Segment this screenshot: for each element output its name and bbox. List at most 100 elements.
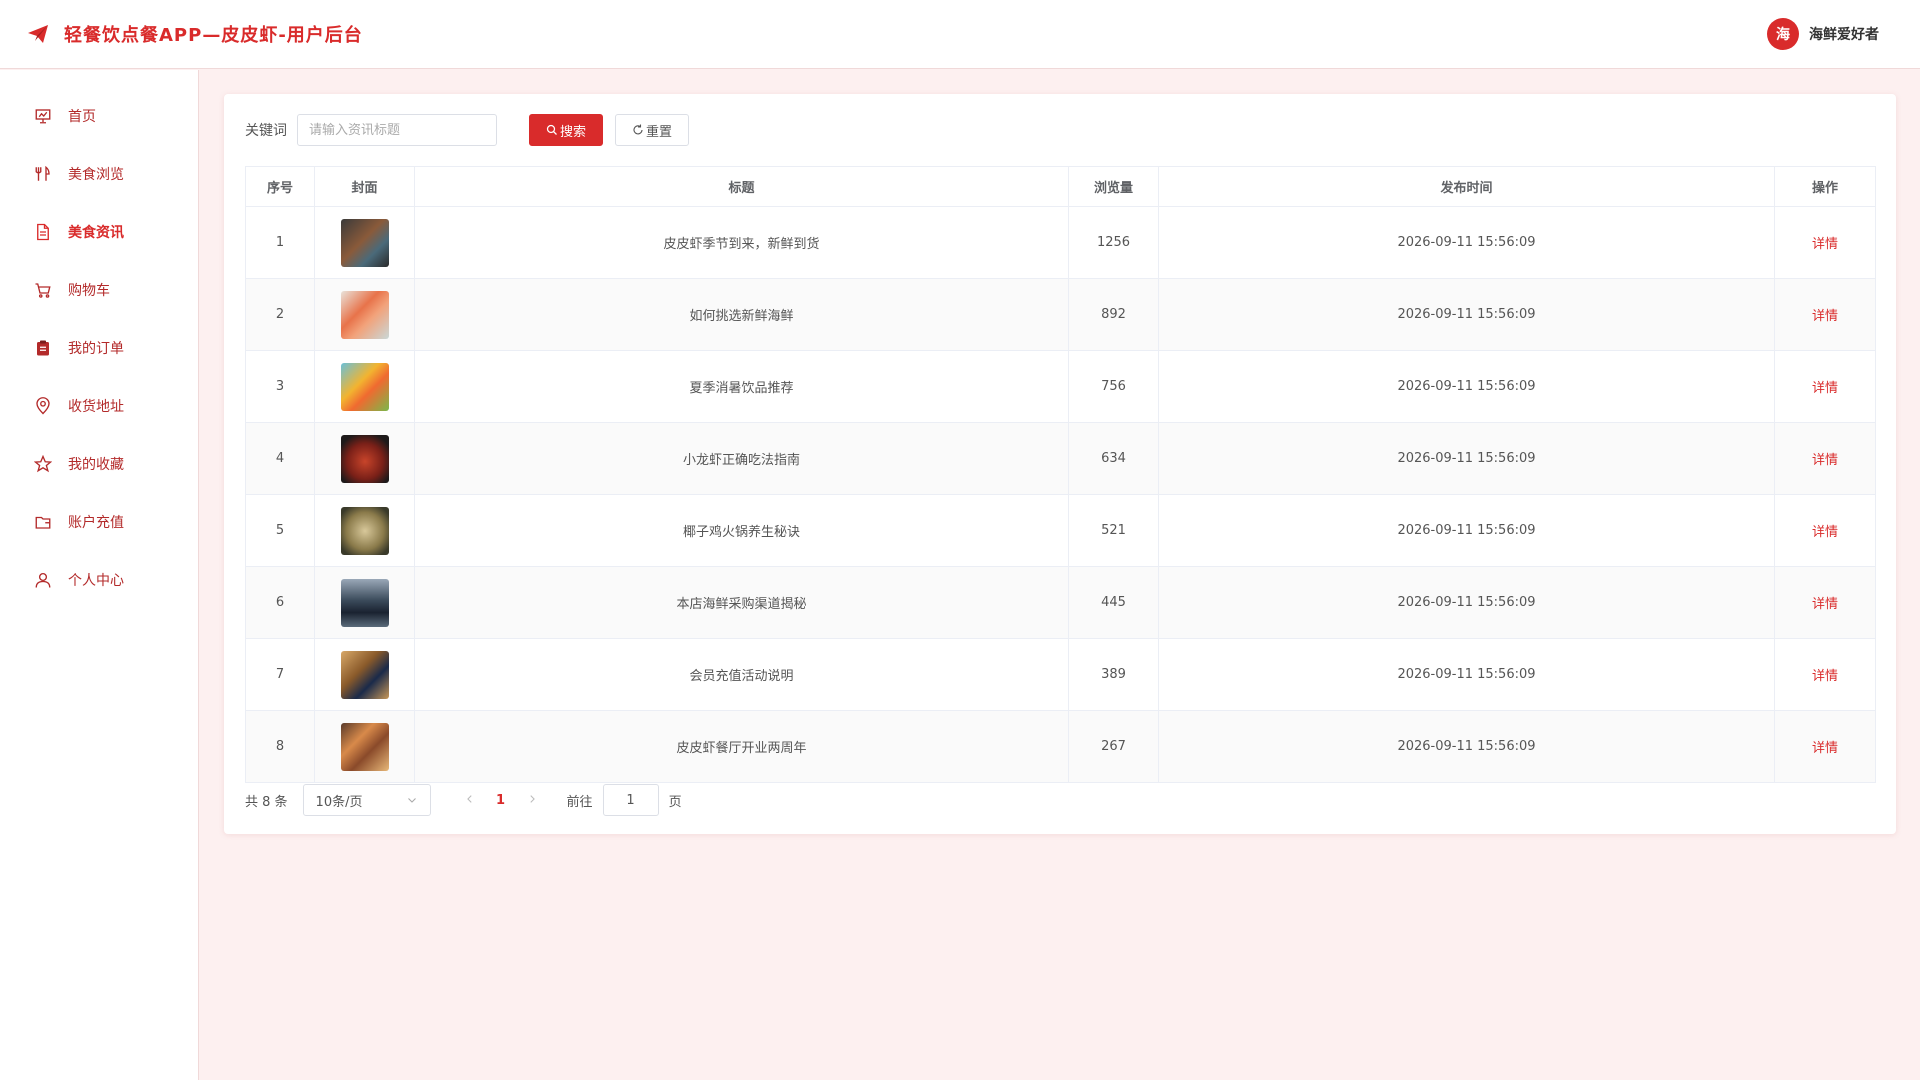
username[interactable]: 海鲜爱好者	[1809, 24, 1879, 44]
table-row: 2 如何挑选新鲜海鲜 892 2026-09-11 15:56:09 详情	[245, 278, 1876, 351]
sidebar-item-cart[interactable]: 购物车	[0, 261, 198, 319]
cover-image	[340, 722, 389, 771]
row-title: 椰子鸡火锅养生秘诀	[414, 494, 1069, 567]
cover-image	[340, 650, 389, 699]
table-row: 6 本店海鲜采购渠道揭秘 445 2026-09-11 15:56:09 详情	[245, 566, 1876, 639]
row-cover	[314, 566, 415, 639]
row-action: 详情	[1774, 422, 1876, 495]
cover-image	[340, 578, 389, 627]
sidebar-item-label: 我的收藏	[68, 457, 124, 473]
sidebar-item-orders[interactable]: 我的订单	[0, 319, 198, 377]
page-size-value: 10条/页	[315, 794, 363, 810]
row-publish-time: 2026-09-11 15:56:09	[1158, 494, 1775, 567]
chevron-right-icon	[529, 794, 535, 803]
paper-plane-icon	[28, 25, 48, 43]
row-views: 521	[1068, 494, 1159, 567]
row-cover	[314, 710, 415, 783]
prev-page-button[interactable]	[455, 793, 485, 808]
row-publish-time: 2026-09-11 15:56:09	[1158, 278, 1775, 351]
user-menu[interactable]: 海 海鲜爱好者	[1767, 18, 1879, 50]
top-header: 轻餐饮点餐APP—皮皮虾-用户后台 海 海鲜爱好者	[0, 0, 1920, 69]
column-header-publish-time: 发布时间	[1158, 166, 1775, 207]
row-cover	[314, 206, 415, 279]
fork-knife-icon	[35, 165, 50, 181]
row-publish-time: 2026-09-11 15:56:09	[1158, 638, 1775, 711]
cover-image	[340, 434, 389, 483]
avatar[interactable]: 海	[1767, 18, 1799, 50]
table-header-row: 序号 封面 标题 浏览量 发布时间 操作	[245, 166, 1876, 207]
sidebar-item-home[interactable]: 首页	[0, 87, 198, 145]
row-index: 6	[245, 566, 315, 639]
sidebar-item-address[interactable]: 收货地址	[0, 377, 198, 435]
row-views: 1256	[1068, 206, 1159, 279]
search-icon	[546, 124, 557, 135]
sidebar-item-recharge[interactable]: 账户充值	[0, 493, 198, 551]
brand[interactable]: 轻餐饮点餐APP—皮皮虾-用户后台	[26, 21, 363, 47]
detail-link[interactable]: 详情	[1812, 741, 1838, 756]
page-number-current[interactable]: 1	[485, 793, 517, 808]
row-publish-time: 2026-09-11 15:56:09	[1158, 422, 1775, 495]
clipboard-icon	[37, 340, 49, 356]
pagination-total: 共 8 条	[245, 794, 288, 810]
goto-page-input[interactable]	[602, 784, 659, 816]
detail-link[interactable]: 详情	[1812, 669, 1838, 684]
news-table: 序号 封面 标题 浏览量 发布时间 操作 1 皮皮虾季节到来，新鲜到货 1256…	[245, 166, 1876, 783]
table-row: 1 皮皮虾季节到来，新鲜到货 1256 2026-09-11 15:56:09 …	[245, 206, 1876, 279]
goto-label: 前往	[566, 794, 593, 810]
keyword-label: 关键词	[245, 123, 287, 139]
table-row: 7 会员充值活动说明 389 2026-09-11 15:56:09 详情	[245, 638, 1876, 711]
row-index: 8	[245, 710, 315, 783]
sidebar-item-label: 我的订单	[68, 341, 124, 357]
detail-link[interactable]: 详情	[1812, 597, 1838, 612]
detail-link[interactable]: 详情	[1812, 525, 1838, 540]
news-list-card: 关键词 搜索 重置 序号 封面 标题 浏览量 发布时间 操作	[224, 94, 1896, 834]
table-row: 5 椰子鸡火锅养生秘诀 521 2026-09-11 15:56:09 详情	[245, 494, 1876, 567]
detail-link[interactable]: 详情	[1812, 237, 1838, 252]
row-cover	[314, 494, 415, 567]
row-title: 小龙虾正确吃法指南	[414, 422, 1069, 495]
sidebar-item-food-browse[interactable]: 美食浏览	[0, 145, 198, 203]
sidebar-item-favorites[interactable]: 我的收藏	[0, 435, 198, 493]
row-publish-time: 2026-09-11 15:56:09	[1158, 710, 1775, 783]
row-index: 5	[245, 494, 315, 567]
detail-link[interactable]: 详情	[1812, 453, 1838, 468]
row-publish-time: 2026-09-11 15:56:09	[1158, 566, 1775, 639]
sidebar-item-label: 个人中心	[68, 573, 124, 589]
sidebar-item-food-news[interactable]: 美食资讯	[0, 203, 198, 261]
sidebar-item-label: 购物车	[68, 283, 110, 299]
sidebar-item-label: 美食浏览	[68, 167, 124, 183]
row-index: 2	[245, 278, 315, 351]
refresh-icon	[633, 124, 643, 135]
search-button[interactable]: 搜索	[529, 114, 603, 146]
cart-icon	[35, 283, 51, 298]
page-size-select[interactable]: 10条/页	[302, 784, 431, 816]
row-cover	[314, 350, 415, 423]
detail-link[interactable]: 详情	[1812, 381, 1838, 396]
search-button-label: 搜索	[559, 124, 586, 140]
app-title: 轻餐饮点餐APP—皮皮虾-用户后台	[64, 25, 363, 46]
reset-button[interactable]: 重置	[615, 114, 689, 146]
row-views: 445	[1068, 566, 1159, 639]
cover-image	[340, 218, 389, 267]
row-cover	[314, 422, 415, 495]
document-icon	[37, 223, 49, 241]
keyword-input[interactable]	[297, 114, 497, 146]
detail-link[interactable]: 详情	[1812, 309, 1838, 324]
sidebar: 首页 美食浏览 美食资讯 购物车 我的订单 收货地址 我的收藏 账户充值 个人中…	[0, 70, 199, 1080]
column-header-action: 操作	[1774, 166, 1876, 207]
wallet-icon	[35, 516, 51, 529]
table-row: 4 小龙虾正确吃法指南 634 2026-09-11 15:56:09 详情	[245, 422, 1876, 495]
row-action: 详情	[1774, 566, 1876, 639]
row-title: 夏季消暑饮品推荐	[414, 350, 1069, 423]
row-views: 389	[1068, 638, 1159, 711]
next-page-button[interactable]	[517, 793, 547, 808]
sidebar-item-label: 美食资讯	[68, 225, 124, 241]
row-title: 如何挑选新鲜海鲜	[414, 278, 1069, 351]
row-action: 详情	[1774, 710, 1876, 783]
column-header-views: 浏览量	[1068, 166, 1159, 207]
row-index: 7	[245, 638, 315, 711]
reset-button-label: 重置	[645, 124, 672, 140]
row-views: 756	[1068, 350, 1159, 423]
column-header-index: 序号	[245, 166, 315, 207]
sidebar-item-profile[interactable]: 个人中心	[0, 551, 198, 609]
